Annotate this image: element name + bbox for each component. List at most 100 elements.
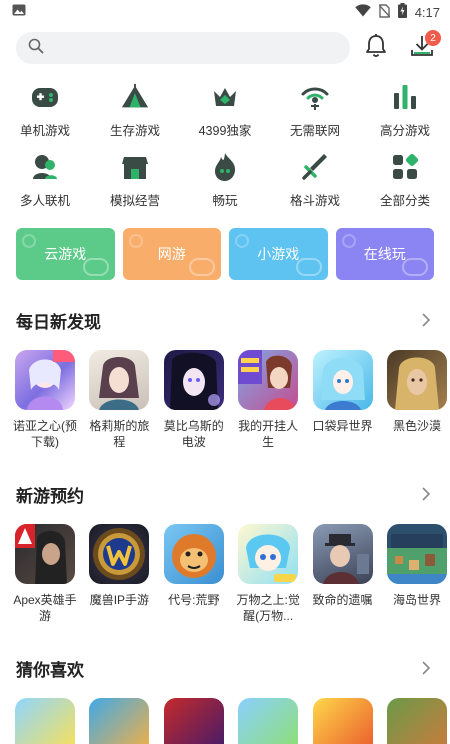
game-name: 诺亚之心(预下载)	[13, 419, 77, 449]
category-smooth-play[interactable]: 畅玩	[180, 152, 270, 222]
game-card[interactable]: 诺亚之心(预下载)	[13, 350, 77, 450]
game-icon	[312, 698, 373, 744]
quick-button-label: 小游戏	[257, 246, 300, 262]
category-label: 全部分类	[379, 194, 430, 208]
game-icon	[312, 350, 373, 410]
section-more-button[interactable]	[418, 312, 434, 328]
category-all[interactable]: 全部分类	[360, 152, 450, 222]
game-icon	[312, 524, 373, 584]
game-card[interactable]: 黑色沙漠	[386, 350, 447, 450]
section-title: 新游预约	[16, 486, 84, 506]
category-label: 单机游戏	[19, 124, 70, 138]
game-icon	[238, 698, 299, 744]
game-icon	[163, 524, 224, 584]
game-icon	[89, 698, 150, 744]
category-label: 模拟经营	[109, 194, 160, 208]
game-icon	[89, 524, 150, 584]
game-card[interactable]: 海岛世界	[386, 524, 447, 624]
game-card[interactable]	[386, 698, 447, 744]
category-high-score[interactable]: 高分游戏	[360, 82, 450, 152]
multiplayer-icon	[30, 152, 60, 182]
quick-button-label: 在线玩	[363, 246, 406, 262]
grid-icon	[390, 152, 420, 182]
chevron-right-icon	[422, 313, 431, 327]
game-card[interactable]: 莫比乌斯的电波	[164, 350, 224, 450]
no-wifi-icon	[300, 82, 330, 112]
game-icon	[386, 698, 447, 744]
game-card[interactable]: Apex英雄手游	[13, 524, 77, 624]
search-icon	[28, 38, 44, 59]
notification-button[interactable]	[362, 33, 390, 64]
game-icon	[15, 698, 75, 744]
online-games-button[interactable]: 网游	[122, 228, 221, 280]
game-card[interactable]	[89, 698, 150, 744]
game-card[interactable]	[312, 698, 373, 744]
category-label: 生存游戏	[109, 124, 160, 138]
game-icon	[386, 524, 447, 584]
game-name: 黑色沙漠	[392, 419, 441, 433]
cloud-games-button[interactable]: 云游戏	[16, 228, 115, 280]
game-list: 诺亚之心(预下载) 格莉斯的旅程 莫比乌斯的电波 我的开挂人生 口袋异世界 黑色…	[0, 350, 450, 450]
game-icon	[386, 350, 447, 410]
game-name: 格莉斯的旅程	[89, 419, 150, 449]
mini-games-button[interactable]: 小游戏	[229, 228, 328, 280]
download-manager-button[interactable]: 2	[408, 30, 441, 62]
category-simulation[interactable]: 模拟经营	[90, 152, 180, 222]
game-card[interactable]: 我的开挂人生	[238, 350, 299, 450]
game-card[interactable]: 魔兽IP手游	[89, 524, 150, 624]
wifi-icon	[354, 4, 371, 20]
game-icon	[15, 350, 75, 410]
game-card[interactable]: 万物之上:觉醒(万物...	[237, 524, 300, 624]
game-card[interactable]	[163, 698, 224, 744]
game-card[interactable]: 口袋异世界	[313, 350, 373, 450]
quick-button-label: 云游戏	[44, 246, 87, 262]
category-4399-exclusive[interactable]: 4399独家	[180, 82, 270, 152]
category-survival-games[interactable]: 生存游戏	[90, 82, 180, 152]
crown-icon	[210, 82, 240, 112]
battery-charging-icon	[397, 3, 407, 21]
game-icon	[163, 698, 224, 744]
category-label: 4399独家	[198, 124, 252, 138]
flame-icon	[210, 152, 240, 182]
category-label: 畅玩	[212, 194, 238, 208]
category-label: 多人联机	[19, 194, 70, 208]
game-name: 致命的遗嘱	[312, 593, 373, 607]
play-online-button[interactable]: 在线玩	[335, 228, 434, 280]
game-name: Apex英雄手游	[13, 593, 77, 623]
clock-time: 4:17	[414, 4, 440, 20]
category-multiplayer[interactable]: 多人联机	[0, 152, 90, 222]
section-title: 猜你喜欢	[16, 660, 84, 680]
chevron-right-icon	[422, 487, 431, 501]
category-fighting[interactable]: 格斗游戏	[270, 152, 360, 222]
top-bar: 2	[16, 30, 441, 64]
game-card[interactable]	[238, 698, 299, 744]
game-name: 魔兽IP手游	[89, 593, 150, 607]
section-more-button[interactable]	[418, 486, 434, 502]
category-offline[interactable]: 无需联网	[270, 82, 360, 152]
game-card[interactable]	[15, 698, 75, 744]
gallery-notification-icon	[12, 3, 26, 21]
category-label: 高分游戏	[379, 124, 430, 138]
daily-discovery-section: 每日新发现 诺亚之心(预下载) 格莉斯的旅程 莫比乌斯的电波 我的开挂人生 口袋…	[0, 308, 450, 450]
game-icon	[238, 524, 299, 584]
game-name: 莫比乌斯的电波	[163, 419, 224, 449]
game-list	[0, 698, 450, 744]
game-name: 代号:荒野	[168, 593, 220, 607]
category-label: 格斗游戏	[289, 194, 340, 208]
bar-chart-icon	[390, 82, 420, 112]
new-game-reservation-section: 新游预约 Apex英雄手游 魔兽IP手游 代号:荒野 万物之上:觉醒(万物...…	[0, 482, 450, 624]
bell-icon	[364, 33, 388, 64]
search-bar[interactable]	[16, 32, 350, 64]
game-card[interactable]: 致命的遗嘱	[313, 524, 373, 624]
game-name: 口袋异世界	[312, 419, 373, 433]
game-name: 海岛世界	[392, 593, 441, 607]
section-more-button[interactable]	[418, 660, 434, 676]
category-label: 无需联网	[289, 124, 340, 138]
game-card[interactable]: 格莉斯的旅程	[89, 350, 150, 450]
game-card[interactable]: 代号:荒野	[163, 524, 224, 624]
game-icon	[89, 350, 150, 410]
game-icon	[238, 350, 299, 410]
sword-icon	[300, 152, 330, 182]
no-sim-icon	[378, 3, 391, 21]
category-standalone-games[interactable]: 单机游戏	[0, 82, 90, 152]
